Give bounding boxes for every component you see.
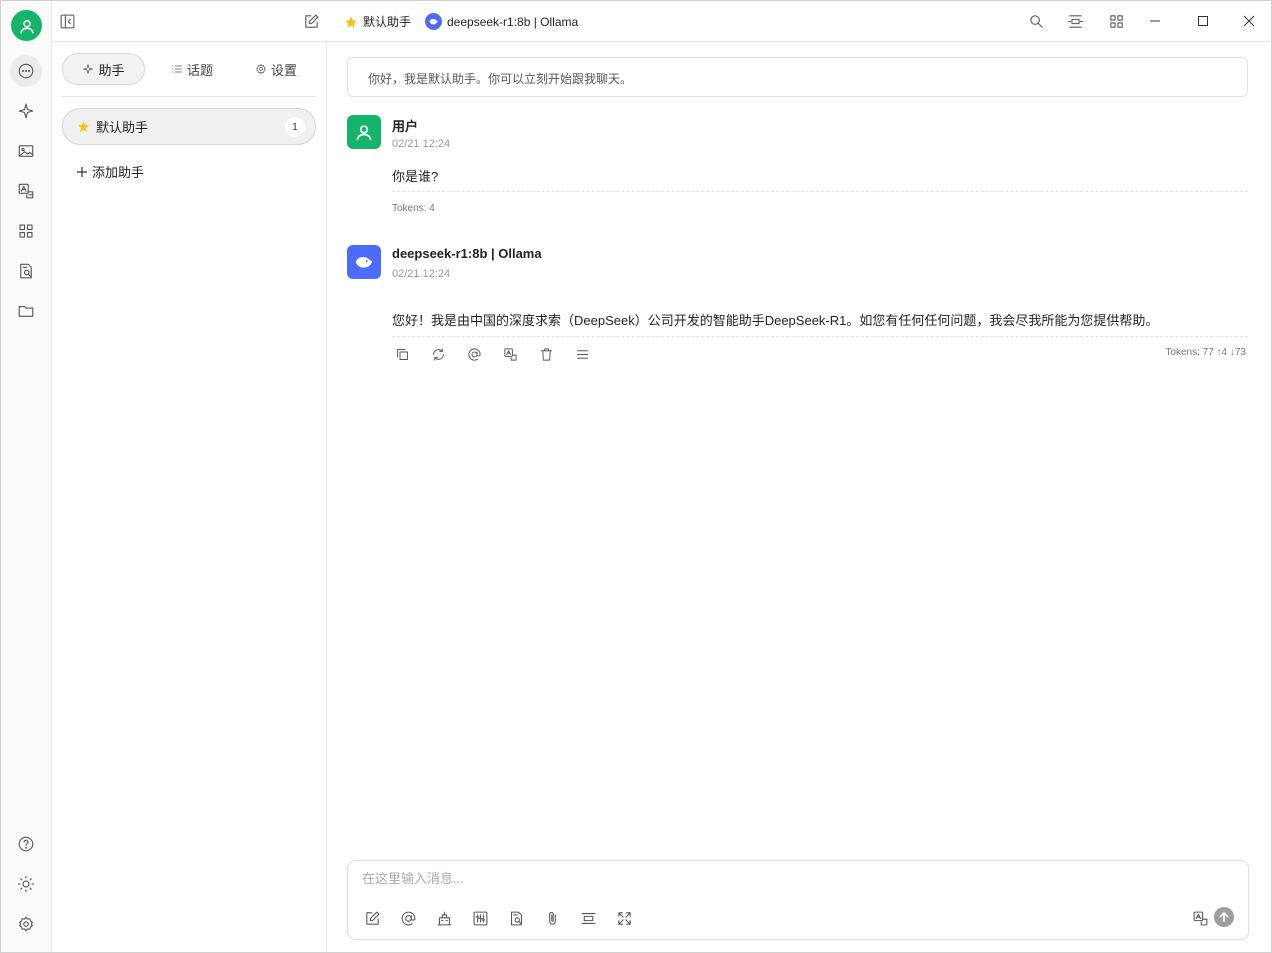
deepseek-logo-icon <box>425 13 442 30</box>
left-rail <box>1 1 52 952</box>
model-title-text: deepseek-r1:8b | Ollama <box>447 14 579 29</box>
model-selector[interactable]: deepseek-r1:8b | Ollama <box>425 13 578 30</box>
apps-icon[interactable] <box>10 215 42 247</box>
add-assistant-label: 添加助手 <box>92 165 145 180</box>
collapse-sidebar-icon[interactable] <box>58 12 76 30</box>
message-time: 02/21 12:24 <box>392 138 451 150</box>
gear-icon <box>256 64 266 74</box>
web-icon[interactable] <box>435 909 453 927</box>
user-avatar <box>347 115 381 149</box>
arrow-up-icon <box>1219 912 1229 922</box>
knowledge-icon[interactable] <box>507 909 525 927</box>
regenerate-icon[interactable] <box>430 346 446 362</box>
chat-area: 你好，我是默认助手。你可以立刻开始跟我聊天。 用户 02/21 12:24 你是… <box>327 42 1271 952</box>
theme-icon[interactable] <box>10 868 42 900</box>
knowledge-icon[interactable] <box>10 255 42 287</box>
tab-settings[interactable]: 设置 <box>236 53 316 85</box>
star-icon <box>345 15 357 28</box>
message-time: 02/21 12:24 <box>392 268 451 280</box>
app-window: 默认助手 deepseek-r1:8b | Ollama 助手 话题 设置 默认… <box>0 0 1272 953</box>
tab-label: 助手 <box>98 62 125 78</box>
search-icon[interactable] <box>1027 12 1045 30</box>
token-count: Tokens: 4 <box>392 203 435 214</box>
help-icon[interactable] <box>10 828 42 860</box>
layout-icon[interactable] <box>1066 12 1084 30</box>
message-divider <box>392 336 1248 337</box>
translate-icon[interactable] <box>10 175 42 207</box>
topic-count-badge: 1 <box>285 117 305 137</box>
message-input[interactable] <box>362 871 1222 886</box>
token-count: Tokens: 77 ↑4 ↓73 <box>1165 347 1246 358</box>
message-divider <box>392 191 1248 192</box>
menu-icon[interactable] <box>574 346 590 362</box>
image-icon[interactable] <box>10 135 42 167</box>
attach-icon[interactable] <box>543 909 561 927</box>
plus-icon <box>77 166 87 177</box>
assistant-panel: 助手 话题 设置 默认助手 1 添加助手 <box>52 42 327 952</box>
copy-icon[interactable] <box>394 346 410 362</box>
assistant-item[interactable]: 默认助手 1 <box>62 108 316 145</box>
minimize-button[interactable] <box>1147 12 1163 30</box>
message-author: 用户 <box>392 119 419 134</box>
message-text: 你是谁? <box>392 169 439 184</box>
greeting-banner: 你好，我是默认助手。你可以立刻开始跟我聊天。 <box>347 57 1248 97</box>
send-button[interactable] <box>1214 907 1234 927</box>
divider <box>62 96 316 97</box>
close-button[interactable] <box>1241 12 1257 30</box>
maximize-button[interactable] <box>1195 12 1211 30</box>
assistant-name: 默认助手 <box>96 120 149 135</box>
folder-icon[interactable] <box>10 295 42 327</box>
delete-icon[interactable] <box>538 346 554 362</box>
apps-grid-icon[interactable] <box>1107 12 1125 30</box>
translate-icon[interactable] <box>1191 909 1209 927</box>
sparkle-icon <box>83 64 94 74</box>
settings-sliders-icon[interactable] <box>471 909 489 927</box>
user-icon <box>356 125 372 141</box>
chat-icon[interactable] <box>10 55 42 87</box>
assistant-title-text: 默认助手 <box>363 15 412 29</box>
deepseek-logo-icon <box>355 257 373 268</box>
mention-icon[interactable] <box>466 346 482 362</box>
new-chat-icon[interactable] <box>302 12 320 30</box>
message-input-box <box>347 860 1249 940</box>
tab-label: 话题 <box>186 62 213 78</box>
message-author: deepseek-r1:8b | Ollama <box>392 246 542 261</box>
message-text: 您好！我是由中国的深度求索（DeepSeek）公司开发的智能助手DeepSeek… <box>392 313 1159 328</box>
settings-icon[interactable] <box>10 908 42 940</box>
assistant-title[interactable]: 默认助手 <box>344 13 411 30</box>
sparkle-icon[interactable] <box>10 95 42 127</box>
user-icon <box>19 19 34 33</box>
mention-icon[interactable] <box>399 909 417 927</box>
expand-icon[interactable] <box>615 909 633 927</box>
panel-tabs: 助手 话题 设置 <box>62 53 316 86</box>
translate-icon[interactable] <box>502 346 518 362</box>
new-topic-icon[interactable] <box>363 909 381 927</box>
top-bar: 默认助手 deepseek-r1:8b | Ollama <box>52 1 1271 42</box>
tab-topics[interactable]: 话题 <box>152 53 232 85</box>
add-assistant-button[interactable]: 添加助手 <box>76 162 144 181</box>
star-icon <box>78 121 89 132</box>
model-avatar <box>347 245 381 279</box>
clear-icon[interactable] <box>579 909 597 927</box>
tab-label: 设置 <box>270 62 297 78</box>
tab-assistants[interactable]: 助手 <box>62 53 145 85</box>
list-icon <box>172 65 182 73</box>
user-avatar[interactable] <box>11 10 42 41</box>
